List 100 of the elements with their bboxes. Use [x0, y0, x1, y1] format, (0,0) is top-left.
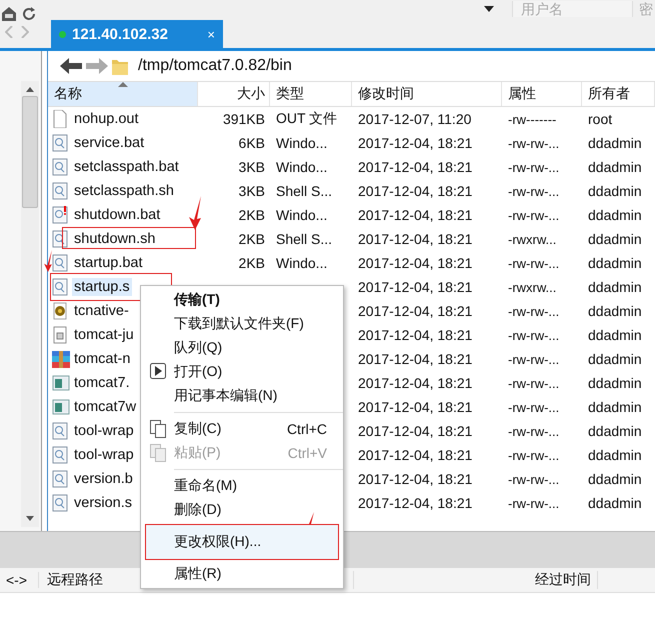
file-name[interactable]: tool-wrap — [72, 422, 136, 440]
table-cell: ddadmin — [588, 255, 642, 271]
table-cell: Windo... — [276, 159, 328, 175]
table-cell: ddadmin — [588, 279, 642, 295]
file-name[interactable]: tomcat7w — [72, 398, 138, 416]
refresh-icon — [22, 7, 36, 21]
table-cell: 2017-12-04, 18:21 — [358, 447, 472, 463]
file-name[interactable]: shutdown.bat — [72, 206, 162, 224]
menu-item[interactable]: 用记事本编辑(N) — [141, 384, 343, 408]
column-header[interactable]: 大小 — [198, 82, 270, 106]
menu-item[interactable]: 删除(D) — [141, 498, 343, 522]
table-cell: -rw-rw-... — [508, 304, 560, 318]
input-field[interactable]: 用户名 — [512, 1, 632, 17]
column-header[interactable]: 修改时间 — [352, 82, 502, 106]
file-name[interactable]: shutdown.sh — [72, 230, 158, 248]
table-cell: Shell S... — [276, 183, 332, 199]
table-cell: -rwxrw... — [508, 280, 556, 294]
file-name[interactable]: version.s — [72, 494, 134, 512]
table-cell: -rw-rw-... — [508, 328, 560, 342]
scroll-up-icon — [26, 87, 34, 92]
file-name[interactable]: nohup.out — [72, 110, 141, 128]
table-cell: ddadmin — [588, 135, 642, 151]
table-cell: Windo... — [276, 207, 328, 223]
file-icon — [52, 422, 70, 440]
menu-item[interactable]: 打开(O) — [141, 360, 343, 384]
table-cell: -rw-rw-... — [508, 496, 560, 510]
menu-item[interactable]: 下载到默认文件夹(F) — [141, 312, 343, 336]
tab[interactable]: 121.40.102.32 × — [51, 20, 223, 48]
back-arrow-icon — [60, 58, 82, 74]
table-cell: 2017-12-04, 18:21 — [358, 495, 472, 511]
copy-icon — [150, 420, 166, 438]
table-cell: ddadmin — [588, 447, 642, 463]
table-cell: -rw------- — [508, 112, 556, 126]
menu-item[interactable]: 复制(C) Ctrl+C — [141, 417, 343, 441]
table-cell: 2017-12-04, 18:21 — [358, 351, 472, 367]
table-cell: ddadmin — [588, 351, 642, 367]
column-header[interactable]: 经过时间 — [529, 571, 598, 589]
file-name[interactable]: tcnative- — [72, 302, 131, 320]
home-icon — [2, 7, 16, 21]
table-cell: -rw-rw-... — [508, 160, 560, 174]
file-icon — [52, 494, 70, 512]
column-header[interactable]: 属性 — [502, 82, 582, 106]
file-icon — [52, 446, 70, 464]
column-header[interactable]: <-> — [0, 572, 39, 588]
file-name[interactable]: tomcat7. — [72, 374, 132, 392]
file-name[interactable]: tomcat-n — [72, 350, 132, 368]
scrollbar[interactable] — [21, 81, 39, 527]
table-cell: -rw-rw-... — [508, 448, 560, 462]
table-cell: 2017-12-04, 18:21 — [358, 423, 472, 439]
column-header[interactable]: 所有者 — [582, 82, 655, 106]
file-name[interactable]: setclasspath.sh — [72, 182, 176, 200]
table-cell: -rw-rw-... — [508, 472, 560, 486]
table-cell: -rw-rw-... — [508, 208, 560, 222]
table-cell: 2017-12-04, 18:21 — [358, 135, 472, 151]
file-icon — [52, 206, 70, 224]
table-cell: -rw-rw-... — [508, 424, 560, 438]
table-cell: Windo... — [276, 135, 328, 151]
file-icon — [52, 182, 70, 200]
scroll-thumb[interactable] — [22, 96, 38, 208]
file-name[interactable]: setclasspath.bat — [72, 158, 181, 176]
file-name[interactable]: startup.s — [72, 278, 132, 296]
table-cell: ddadmin — [588, 471, 642, 487]
menu-item[interactable]: 重命名(M) — [141, 474, 343, 498]
file-name[interactable]: service.bat — [72, 134, 146, 152]
play-icon — [150, 363, 166, 381]
menu-item[interactable]: 队列(Q) — [141, 336, 343, 360]
file-icon — [52, 158, 70, 176]
close-button[interactable]: × — [207, 26, 215, 42]
file-icon — [52, 134, 70, 152]
table-cell: ddadmin — [588, 495, 642, 511]
file-name[interactable]: tool-wrap — [72, 446, 136, 464]
sort-caret-icon — [118, 82, 128, 87]
table-cell: 2017-12-04, 18:21 — [358, 183, 472, 199]
table-cell: 2017-12-04, 18:21 — [358, 279, 472, 295]
table-cell: Windo... — [276, 255, 328, 271]
table-cell: -rw-rw-... — [508, 256, 560, 270]
forward-arrow-icon — [86, 58, 108, 74]
table-cell: 2017-12-04, 18:21 — [358, 159, 472, 175]
menu-item[interactable]: 传输(T) — [141, 288, 343, 312]
file-name[interactable]: tomcat-ju — [72, 326, 136, 344]
file-name[interactable]: version.b — [72, 470, 135, 488]
file-icon — [52, 278, 70, 296]
table-cell: -rw-rw-... — [508, 376, 560, 390]
column-header[interactable]: 类型 — [270, 82, 352, 106]
annotation-arrow — [187, 196, 203, 230]
table-cell: -rw-rw-... — [508, 352, 560, 366]
table-cell: ddadmin — [588, 183, 642, 199]
table-cell: ddadmin — [588, 207, 642, 223]
copy-icon — [150, 444, 166, 462]
table-cell: OUT 文件 — [276, 110, 338, 128]
menu-item[interactable]: 属性(R) — [141, 562, 343, 586]
table-cell: 2017-12-04, 18:21 — [358, 207, 472, 223]
table-cell: 2017-12-04, 18:21 — [358, 255, 472, 271]
column-header[interactable]: 名称 — [48, 82, 198, 106]
table-cell: ddadmin — [588, 399, 642, 415]
file-name[interactable]: startup.bat — [72, 254, 145, 272]
table-cell: ddadmin — [588, 375, 642, 391]
table-cell: 2017-12-04, 18:21 — [358, 471, 472, 487]
table-cell: 2KB — [238, 255, 265, 271]
menu-item[interactable]: 更改权限(H)... — [145, 524, 339, 560]
